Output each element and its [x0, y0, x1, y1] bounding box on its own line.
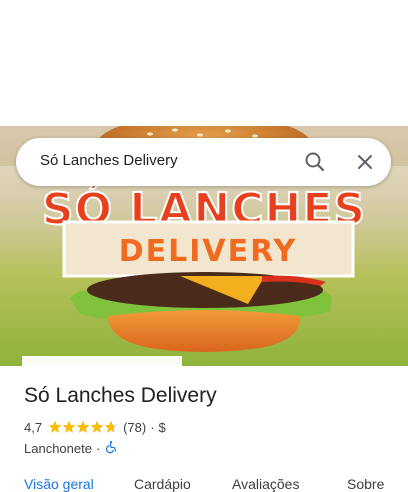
map-top-area [0, 0, 408, 126]
rating-star [76, 420, 90, 433]
bottom-bun [108, 310, 301, 352]
rating-star [62, 420, 76, 433]
tab-menu[interactable]: Cardápio [134, 476, 191, 492]
close-icon[interactable] [351, 148, 379, 176]
price-level: $ [158, 419, 166, 435]
place-tabs: Visão geral Cardápio Avaliações Sobre [0, 476, 408, 492]
place-category[interactable]: Lanchonete [24, 441, 92, 456]
rating-star [104, 420, 118, 433]
tab-reviews[interactable]: Avaliações [232, 476, 299, 492]
rating-star [48, 420, 62, 433]
review-count[interactable]: (78) [123, 420, 146, 435]
tab-overview[interactable]: Visão geral [24, 476, 94, 492]
category-separator: · [95, 440, 101, 456]
place-title: Só Lanches Delivery [24, 384, 217, 407]
rating-stars [48, 420, 118, 434]
search-icon[interactable] [301, 148, 329, 176]
wheelchair-icon [104, 440, 118, 457]
logo-line2: DELIVERY [119, 234, 298, 269]
price-separator: · [150, 419, 155, 435]
maps-place-page: SÓ LANCHES DELIVERY Só Lanches Delivery [0, 0, 408, 492]
rating-row[interactable]: 4,7 (78) · $ [24, 418, 166, 436]
search-input[interactable]: Só Lanches Delivery [40, 152, 178, 169]
category-row: Lanchonete · [24, 440, 118, 456]
rating-star [90, 420, 104, 433]
search-box[interactable]: Só Lanches Delivery [16, 138, 391, 186]
rating-value: 4,7 [24, 419, 43, 435]
tab-about[interactable]: Sobre [347, 476, 384, 492]
